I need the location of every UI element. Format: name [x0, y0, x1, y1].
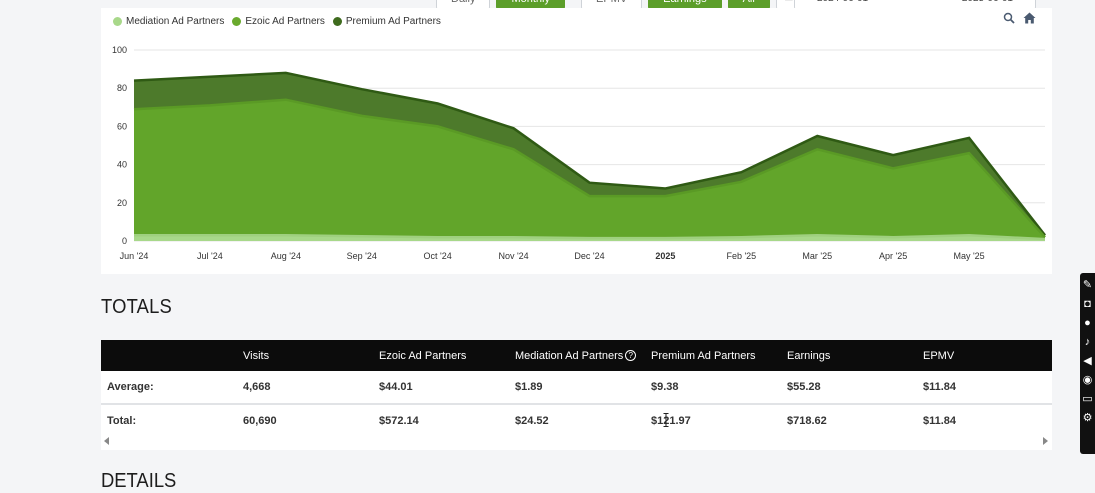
- column-header-visits: Visits: [243, 349, 270, 362]
- y-tick-label: 80: [117, 83, 127, 93]
- row-label: Total:: [107, 415, 137, 427]
- column-header-mediation: Mediation Ad Partners?: [509, 340, 645, 371]
- date-end: 2025-06-01: [962, 0, 1013, 4]
- y-tick-label: 0: [122, 236, 127, 246]
- column-header-earnings: Earnings: [787, 349, 831, 362]
- totals-table-container: Visits Ezoic Ad Partners Mediation Ad Pa…: [101, 340, 1052, 450]
- record-icon[interactable]: ●: [1082, 315, 1094, 331]
- column-header-ezoic: Ezoic Ad Partners: [379, 349, 467, 362]
- pin-icon[interactable]: ✎: [1082, 277, 1094, 293]
- table-cell: $44.01: [379, 381, 413, 393]
- x-tick-label: Mar '25: [802, 251, 832, 261]
- horizontal-scrollbar[interactable]: [101, 436, 1052, 446]
- x-tick-label: Oct '24: [424, 251, 452, 261]
- table-cell: $24.52: [515, 415, 549, 427]
- date-separator: ~: [912, 0, 918, 4]
- x-tick-label: Sep '24: [347, 251, 377, 261]
- row-label: Average:: [107, 381, 154, 393]
- table-cell: 60,690: [243, 415, 277, 427]
- table-cell: $1.89: [515, 381, 543, 393]
- y-tick-label: 20: [117, 198, 127, 208]
- x-tick-label: Jul '24: [197, 251, 223, 261]
- table-cell: $9.38: [651, 381, 679, 393]
- x-tick-label: Aug '24: [271, 251, 301, 261]
- x-tick-label: Dec '24: [574, 251, 604, 261]
- table-cell: $55.28: [787, 381, 821, 393]
- text-cursor-icon: [663, 413, 669, 427]
- totals-title: TOTALS: [101, 296, 172, 318]
- y-tick-label: 100: [112, 45, 127, 55]
- stacked-area-chart: 0 20 40 60 80 100 Jun '24 Jul '24 Aug '24 Sep '24…: [112, 45, 1046, 261]
- scroll-left-arrow-icon[interactable]: [104, 437, 109, 445]
- table-cell: $11.84: [923, 415, 957, 427]
- column-header: [101, 340, 237, 371]
- column-header-label: Mediation Ad Partners: [515, 349, 624, 362]
- webcam-icon[interactable]: ◉: [1082, 372, 1094, 388]
- area-series-ezoic-ad-partners: [134, 99, 1045, 240]
- x-tick-label: 2025: [655, 251, 675, 261]
- table-cell: $11.84: [923, 381, 957, 393]
- column-header-premium: Premium Ad Partners: [651, 349, 756, 362]
- y-tick-label: 60: [117, 121, 127, 131]
- details-title: DETAILS: [101, 470, 177, 492]
- x-tick-label: May '25: [953, 251, 984, 261]
- column-header-epmv: EPMV: [923, 349, 955, 362]
- settings-gear-icon[interactable]: ⚙: [1082, 410, 1094, 426]
- camera-icon[interactable]: ◘: [1082, 296, 1094, 312]
- y-tick-label: 40: [117, 160, 127, 170]
- speaker-icon[interactable]: ◀: [1082, 353, 1094, 369]
- x-tick-label: Nov '24: [498, 251, 528, 261]
- table-row-average: Average: 4,668 $44.01 $1.89 $9.38 $55.28…: [101, 371, 1052, 404]
- x-tick-label: Feb '25: [726, 251, 756, 261]
- table-row-total: Total: 60,690 $572.14 $24.52 $121.97 $71…: [101, 404, 1052, 437]
- date-start: 2024-06-01: [817, 0, 868, 4]
- screen-icon[interactable]: ▭: [1082, 391, 1094, 407]
- x-tick-label: Jun '24: [120, 251, 149, 261]
- table-cell: 4,668: [243, 381, 271, 393]
- help-icon[interactable]: ?: [625, 349, 637, 361]
- table-cell: $572.14: [379, 415, 419, 427]
- totals-table: Visits Ezoic Ad Partners Mediation Ad Pa…: [101, 340, 1052, 437]
- scroll-right-arrow-icon[interactable]: [1043, 437, 1048, 445]
- x-tick-label: Apr '25: [879, 251, 907, 261]
- earnings-chart-card: Mediation Ad Partners Ezoic Ad Partners …: [101, 8, 1052, 274]
- floating-recorder-toolbar: ✎ ◘ ● ♪ ◀ ◉ ▭ ⚙: [1080, 273, 1095, 454]
- table-header-row: Visits Ezoic Ad Partners Mediation Ad Pa…: [101, 340, 1052, 371]
- table-cell: $718.62: [787, 415, 827, 427]
- microphone-icon[interactable]: ♪: [1082, 334, 1094, 350]
